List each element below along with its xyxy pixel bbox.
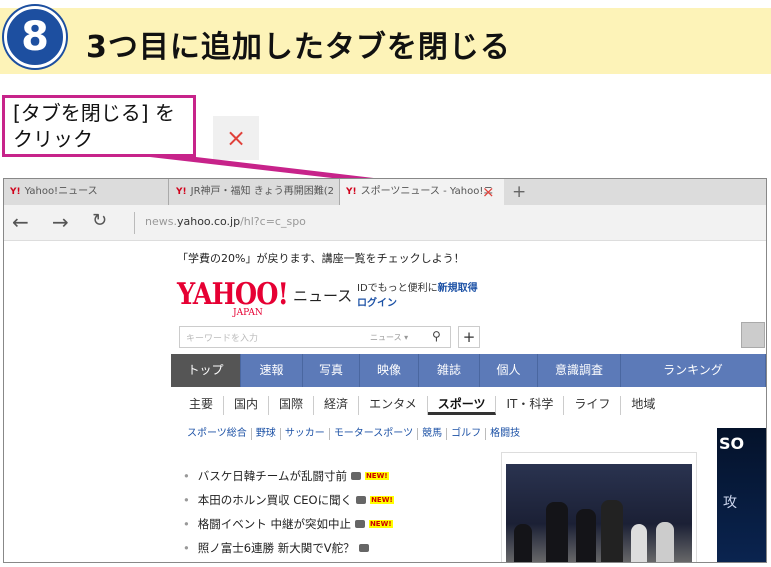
close-icon-zoom: × [213, 116, 259, 160]
search-placeholder: キーワードを入力 [186, 334, 259, 344]
new-tab-button[interactable]: + [512, 181, 526, 203]
sub-nav-item[interactable]: 地域 [621, 396, 665, 415]
navigation-bar: ← → ↻ [4, 205, 766, 241]
tab-label: スポーツニュース - Yahoo!ニ [360, 186, 494, 197]
category-link[interactable]: スポーツ総合 [183, 428, 252, 440]
instruction-callout: [タブを閉じる] を クリック [2, 95, 196, 157]
sub-nav-item[interactable]: 国内 [224, 396, 270, 415]
back-arrow-icon[interactable]: ← [12, 210, 29, 234]
callout-line-2: クリック [13, 127, 93, 151]
close-icon: × [225, 124, 247, 152]
new-badge: NEW! [368, 520, 393, 528]
search-input[interactable]: キーワードを入力 ニュース ▾ ⚲ [179, 326, 451, 348]
sub-nav-item-active[interactable]: スポーツ [427, 396, 497, 415]
sub-nav-item[interactable]: IT・科学 [496, 396, 565, 415]
ad-text: 攻 [723, 495, 737, 511]
category-link[interactable]: モータースポーツ [330, 428, 419, 440]
sub-nav-item[interactable]: 国際 [269, 396, 315, 415]
yahoo-icon: Y! [10, 187, 21, 197]
step-title: 3つ目に追加したタブを閉じる [86, 30, 511, 65]
new-badge: NEW! [370, 496, 394, 504]
main-nav-item[interactable]: ランキング [621, 354, 766, 387]
camera-icon [358, 544, 369, 552]
yahoo-icon: Y! [176, 187, 187, 197]
step-header: 8 3つ目に追加したタブを閉じる [0, 0, 771, 80]
category-links: スポーツ総合 野球 サッカー モータースポーツ 競馬 ゴルフ 格闘技 [183, 428, 524, 440]
tab-jr-news[interactable]: Y! JR神戸・福知 きょう再開困難(2 [170, 179, 340, 205]
address-separator [134, 212, 135, 234]
sub-nav: 主要 国内 国際 経済 エンタメ スポーツ IT・科学 ライフ 地域 [179, 396, 665, 415]
main-nav-item[interactable]: 速報 [241, 354, 303, 387]
list-item[interactable]: • 本田のホルン買収 CEOに聞く NEW! [183, 488, 394, 512]
news-label: ニュース [293, 287, 353, 305]
search-category-select[interactable]: ニュース ▾ [370, 332, 408, 343]
new-badge: NEW! [364, 472, 389, 480]
main-nav: トップ 速報 写真 映像 雑誌 個人 意識調査 ランキング [171, 354, 766, 387]
main-nav-item[interactable]: 写真 [303, 354, 360, 387]
camera-icon [350, 472, 361, 480]
main-nav-item[interactable]: 個人 [480, 354, 538, 387]
main-nav-item[interactable]: 意識調査 [538, 354, 621, 387]
sub-nav-item[interactable]: エンタメ [359, 396, 428, 415]
main-nav-item[interactable]: トップ [171, 354, 241, 387]
category-link[interactable]: サッカー [281, 428, 330, 440]
sub-nav-item[interactable]: 経済 [314, 396, 360, 415]
callout-line-1: [タブを閉じる] を [13, 101, 175, 125]
search-icon[interactable]: ⚲ [432, 329, 441, 343]
tab-label: Yahoo!ニュース [24, 186, 98, 197]
step-number-badge: 8 [4, 6, 66, 68]
browser-window: Y! Yahoo!ニュース Y! JR神戸・福知 きょう再開困難(2 Y! スポーツニ… [3, 178, 767, 563]
sub-nav-item[interactable]: ライフ [564, 396, 622, 415]
tab-sports-news[interactable]: Y! スポーツニュース - Yahoo!ニ [340, 179, 504, 205]
camera-icon [354, 520, 365, 528]
promo-notice[interactable]: 「学費の20%」が戻ります、講座一覧をチェックしよう！ [177, 250, 465, 266]
web-page: 「学費の20%」が戻ります、講座一覧をチェックしよう！ YAHOO! JAPAN… [171, 242, 766, 562]
category-link[interactable]: ゴルフ [447, 428, 487, 440]
main-nav-item[interactable]: 映像 [360, 354, 419, 387]
address-field[interactable]: news.yahoo.co.jp/hl?c=c_spo [145, 215, 306, 228]
news-list: • バスケ日韓チームが乱闘寸前 NEW! • 本田のホルン買収 CEOに聞く NEW! … [183, 464, 394, 560]
avatar[interactable] [741, 322, 765, 348]
signup-line: IDでもっと便利に新規取得 [357, 283, 478, 294]
tab-label: JR神戸・福知 きょう再開困難(2 [190, 186, 334, 197]
main-nav-item[interactable]: 雑誌 [419, 354, 480, 387]
list-item[interactable]: • バスケ日韓チームが乱闘寸前 NEW! [183, 464, 394, 488]
signup-link[interactable]: 新規取得 [438, 283, 478, 294]
forward-arrow-icon[interactable]: → [52, 210, 69, 234]
login-link[interactable]: ログイン [357, 294, 397, 309]
category-link[interactable]: 競馬 [418, 428, 448, 440]
yahoo-icon: Y! [346, 187, 357, 197]
tab-yahoo-news[interactable]: Y! Yahoo!ニュース [4, 179, 169, 205]
news-photo[interactable] [506, 464, 692, 562]
yahoo-japan-sub: JAPAN [233, 308, 263, 318]
list-item[interactable]: • 照ノ富士6連勝 新大関でV舵？ [183, 536, 394, 560]
add-button[interactable]: + [458, 326, 480, 348]
tab-bar: Y! Yahoo!ニュース Y! JR神戸・福知 きょう再開困難(2 Y! スポーツニ… [4, 179, 766, 205]
list-item[interactable]: • 格闘イベント 中継が突如中止 NEW! [183, 512, 394, 536]
category-link[interactable]: 格闘技 [486, 428, 524, 440]
tab-close-button[interactable]: × [482, 182, 495, 202]
category-link[interactable]: 野球 [252, 428, 281, 440]
camera-icon [356, 496, 367, 504]
refresh-icon[interactable]: ↻ [92, 210, 107, 231]
yahoo-logo[interactable]: YAHOO! [177, 277, 289, 312]
sub-nav-item[interactable]: 主要 [179, 396, 225, 415]
